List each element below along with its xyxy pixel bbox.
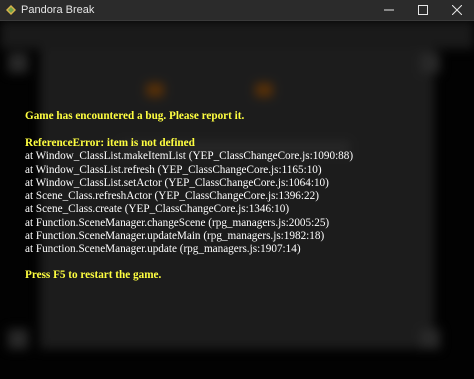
stack-trace-line: at Window_ClassList.setActor (YEP_ClassC… — [25, 177, 329, 189]
minimize-icon — [384, 5, 394, 15]
stack-trace-line: at Window_ClassList.refresh (YEP_ClassCh… — [25, 164, 322, 176]
app-icon — [5, 4, 17, 16]
error-heading: Game has encountered a bug. Please repor… — [25, 110, 245, 122]
stack-trace-line: at Function.SceneManager.update (rpg_man… — [25, 243, 301, 255]
game-canvas[interactable]: Game has encountered a bug. Please repor… — [0, 21, 474, 379]
window-title: Pandora Break — [21, 4, 95, 16]
maximize-button[interactable] — [406, 0, 440, 20]
stack-trace-line: at Function.SceneManager.updateMain (rpg… — [25, 230, 325, 242]
stack-trace-line: at Function.SceneManager.changeScene (rp… — [25, 217, 330, 229]
maximize-icon — [418, 5, 428, 15]
minimize-button[interactable] — [372, 0, 406, 20]
close-icon — [452, 5, 462, 15]
stack-trace-line: at Scene_Class.create (YEP_ClassChangeCo… — [25, 203, 290, 215]
restart-hint: Press F5 to restart the game. — [25, 269, 162, 281]
title-bar[interactable]: Pandora Break — [0, 0, 474, 21]
window-controls — [372, 0, 474, 20]
close-button[interactable] — [440, 0, 474, 20]
stack-trace-line: at Scene_Class.refreshActor (YEP_ClassCh… — [25, 190, 319, 202]
error-message: ReferenceError: item is not defined — [25, 137, 195, 149]
stack-trace-line: at Window_ClassList.makeItemList (YEP_Cl… — [25, 150, 354, 162]
